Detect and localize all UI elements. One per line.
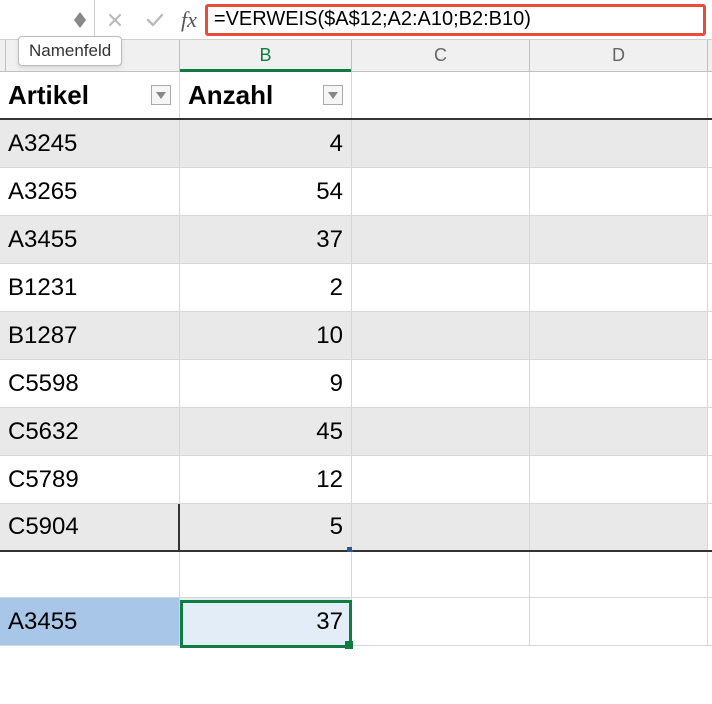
name-box[interactable]: Namenfeld bbox=[0, 0, 95, 39]
table-row: B1231 2 bbox=[0, 264, 712, 312]
cell-artikel[interactable]: C5598 bbox=[0, 360, 180, 407]
cell-anzahl[interactable]: 54 bbox=[180, 168, 352, 215]
cell-anzahl[interactable]: 2 bbox=[180, 264, 352, 311]
cell[interactable] bbox=[530, 456, 708, 503]
cell[interactable] bbox=[352, 72, 530, 118]
column-header-c[interactable]: C bbox=[352, 40, 530, 71]
cell-anzahl[interactable]: 5 bbox=[180, 504, 352, 550]
cell-artikel[interactable]: A3455 bbox=[0, 216, 180, 263]
table-row: A3245 4 bbox=[0, 120, 712, 168]
cell-artikel[interactable]: C5904 bbox=[0, 504, 180, 550]
header-artikel-label: Artikel bbox=[8, 80, 89, 111]
cell[interactable] bbox=[530, 504, 708, 550]
lookup-key-cell[interactable]: A3455 bbox=[0, 598, 180, 645]
cell[interactable] bbox=[180, 552, 352, 597]
cell[interactable] bbox=[0, 552, 180, 597]
cell[interactable] bbox=[530, 72, 708, 118]
cell-artikel[interactable]: B1287 bbox=[0, 312, 180, 359]
spreadsheet: A B C D Artikel Anzahl A3245 bbox=[0, 40, 712, 646]
cell[interactable] bbox=[530, 552, 708, 597]
cell[interactable] bbox=[352, 552, 530, 597]
cell[interactable] bbox=[530, 408, 708, 455]
cell[interactable] bbox=[352, 264, 530, 311]
cell[interactable] bbox=[352, 312, 530, 359]
cell[interactable] bbox=[530, 312, 708, 359]
cell-anzahl[interactable]: 10 bbox=[180, 312, 352, 359]
table-row: C5789 12 bbox=[0, 456, 712, 504]
cell-anzahl[interactable]: 45 bbox=[180, 408, 352, 455]
column-header-b[interactable]: B bbox=[180, 40, 352, 71]
cell[interactable] bbox=[530, 168, 708, 215]
cell-artikel[interactable]: C5789 bbox=[0, 456, 180, 503]
cell[interactable] bbox=[352, 120, 530, 167]
cell[interactable] bbox=[352, 456, 530, 503]
filter-icon[interactable] bbox=[323, 85, 343, 105]
cell[interactable] bbox=[352, 168, 530, 215]
header-artikel-cell[interactable]: Artikel bbox=[0, 72, 180, 118]
lookup-row: A3455 37 bbox=[0, 598, 712, 646]
cell-artikel[interactable]: A3245 bbox=[0, 120, 180, 167]
cell[interactable] bbox=[530, 216, 708, 263]
cell[interactable] bbox=[530, 598, 708, 645]
cell-anzahl[interactable]: 37 bbox=[180, 216, 352, 263]
table-row bbox=[0, 552, 712, 598]
table-row: B1287 10 bbox=[0, 312, 712, 360]
table-row: C5598 9 bbox=[0, 360, 712, 408]
cell-anzahl[interactable]: 12 bbox=[180, 456, 352, 503]
cell-artikel[interactable]: C5632 bbox=[0, 408, 180, 455]
cell[interactable] bbox=[530, 120, 708, 167]
cell[interactable] bbox=[352, 504, 530, 550]
cell-artikel[interactable]: B1231 bbox=[0, 264, 180, 311]
lookup-result-cell[interactable]: 37 bbox=[180, 598, 352, 645]
column-header-d[interactable]: D bbox=[530, 40, 708, 71]
header-anzahl-label: Anzahl bbox=[188, 80, 273, 111]
table-row: C5632 45 bbox=[0, 408, 712, 456]
cell[interactable] bbox=[530, 360, 708, 407]
cell[interactable] bbox=[352, 598, 530, 645]
formula-bar: Namenfeld fx =VERWEIS($A$12;A2:A10;B2:B1… bbox=[0, 0, 712, 40]
filter-icon[interactable] bbox=[151, 85, 171, 105]
name-box-tooltip: Namenfeld bbox=[18, 36, 122, 66]
table-header-row: Artikel Anzahl bbox=[0, 72, 712, 120]
table-row: A3455 37 bbox=[0, 216, 712, 264]
cell[interactable] bbox=[352, 360, 530, 407]
cancel-icon[interactable] bbox=[95, 0, 135, 39]
cell-anzahl[interactable]: 4 bbox=[180, 120, 352, 167]
fx-label[interactable]: fx bbox=[175, 7, 203, 33]
cell-artikel[interactable]: A3265 bbox=[0, 168, 180, 215]
confirm-icon[interactable] bbox=[135, 0, 175, 39]
formula-text: =VERWEIS($A$12;A2:A10;B2:B10) bbox=[214, 8, 531, 31]
table-row: A3265 54 bbox=[0, 168, 712, 216]
cell-anzahl[interactable]: 9 bbox=[180, 360, 352, 407]
table-row: C5904 5 bbox=[0, 504, 712, 552]
header-anzahl-cell[interactable]: Anzahl bbox=[180, 72, 352, 118]
cell[interactable] bbox=[352, 216, 530, 263]
cell[interactable] bbox=[352, 408, 530, 455]
name-box-stepper[interactable] bbox=[74, 12, 86, 28]
formula-input[interactable]: =VERWEIS($A$12;A2:A10;B2:B10) bbox=[205, 4, 706, 36]
cell[interactable] bbox=[530, 264, 708, 311]
